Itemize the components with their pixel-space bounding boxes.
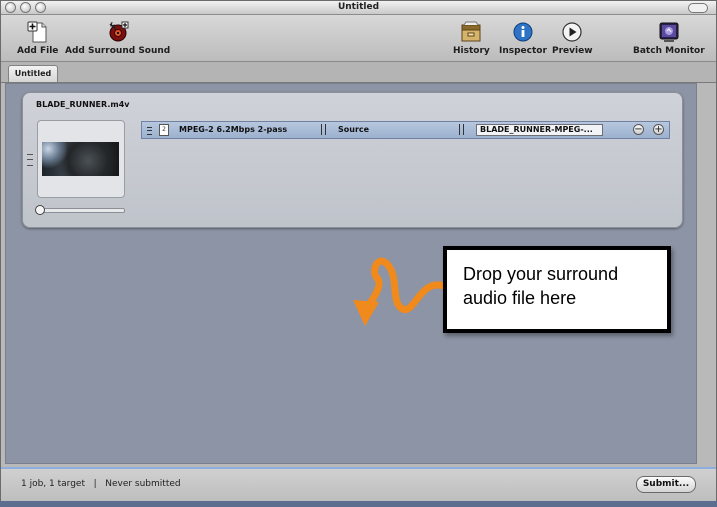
status-separator: | [93,479,97,489]
batch-monitor-label: Batch Monitor [633,46,705,56]
preview-button[interactable]: Preview [552,20,593,56]
play-icon [562,22,582,42]
title-bar: Untitled [1,1,716,15]
desktop-background [0,501,717,507]
callout-text: Drop your surround audio file here [463,264,619,308]
tab-bar: Untitled [1,61,716,83]
batch-monitor-button[interactable]: Batch Monitor [633,20,705,56]
job-filename: BLADE_RUNNER.m4v [36,100,130,109]
add-file-icon [27,21,47,43]
job-drag-handle[interactable] [27,154,33,166]
thumbnail-frame [37,120,125,198]
preview-label: Preview [552,46,593,56]
remove-target-button[interactable]: − [633,124,644,135]
output-filename-field[interactable]: BLADE_RUNNER-MPEG-... [476,124,603,136]
window-title: Untitled [337,2,380,12]
info-icon [513,22,533,42]
status-text: 1 job, 1 target | Never submitted [21,479,181,489]
orange-arrow-annotation [353,257,448,326]
app-window: Untitled Add File Add Surround Sound His… [0,0,717,503]
video-thumbnail [42,142,119,176]
inspector-button[interactable]: Inspector [499,20,547,56]
job-panel[interactable]: BLADE_RUNNER.m4v 2 MPEG-2 6.2Mbps 2-pass… [22,92,683,228]
batch-monitor-icon [659,22,679,42]
history-drawer-icon [461,21,481,42]
surround-sound-icon [109,21,129,42]
add-surround-sound-label: Add Surround Sound [65,46,171,56]
tab-untitled[interactable]: Untitled [8,65,58,82]
scrubber-knob[interactable] [35,205,45,215]
target-drag-handle[interactable] [147,127,152,135]
instruction-callout: Drop your surround audio file here [443,246,671,333]
target-setting[interactable]: MPEG-2 6.2Mbps 2-pass [179,125,287,134]
add-target-button[interactable]: + [653,124,664,135]
history-button[interactable]: History [453,20,490,56]
thumbnail-scrubber[interactable] [35,205,125,215]
target-row[interactable]: 2 MPEG-2 6.2Mbps 2-pass Source BLADE_RUN… [141,121,670,139]
toolbar: Add File Add Surround Sound History Insp… [1,15,716,61]
add-file-button[interactable]: Add File [17,20,58,56]
add-file-label: Add File [17,46,59,56]
job-summary: 1 job, 1 target [21,479,85,489]
history-label: History [453,46,490,56]
setting-document-icon: 2 [159,124,169,136]
status-bar: 1 job, 1 target | Never submitted Submit… [1,467,716,503]
inspector-label: Inspector [499,46,547,56]
column-divider [321,124,326,135]
submission-status: Never submitted [105,479,181,489]
add-surround-sound-button[interactable]: Add Surround Sound [65,20,170,56]
column-divider [459,124,464,135]
submit-button[interactable]: Submit... [636,476,696,493]
toolbar-toggle-button[interactable] [688,3,708,13]
target-location[interactable]: Source [338,125,369,134]
